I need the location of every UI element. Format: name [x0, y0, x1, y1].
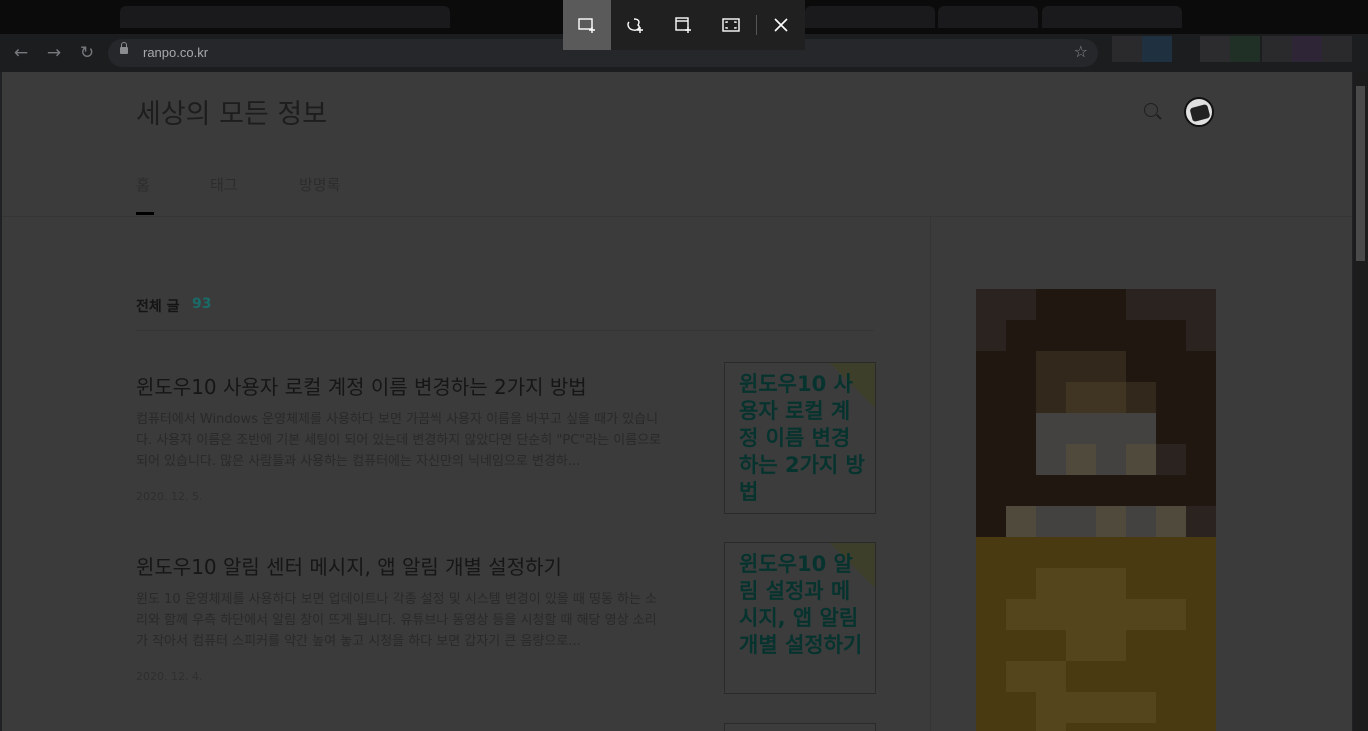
- post-thumbnail[interactable]: [724, 723, 876, 731]
- total-posts-count: 93: [192, 296, 212, 312]
- post-thumbnail[interactable]: 윈도우10 알림 설정과 메시지, 앱 알림 개별 설정하기: [724, 542, 876, 694]
- sidebar-divider: [930, 217, 931, 731]
- thumbnail-text: 윈도우10 사용자 로컬 계정 이름 변경하는 2가지 방법: [739, 372, 865, 504]
- nav-home[interactable]: 홈: [136, 174, 150, 195]
- web-page: 세상의 모든 정보 홈 태그 방명록 전체 글 93 윈도우10 사용자 로컬 …: [2, 72, 1352, 731]
- close-icon[interactable]: [757, 0, 805, 50]
- star-icon[interactable]: ☆: [1074, 42, 1088, 61]
- extension-icon[interactable]: [1230, 36, 1260, 62]
- window-snip-icon[interactable]: [659, 0, 707, 50]
- extension-icon[interactable]: [1292, 36, 1322, 62]
- post-title[interactable]: 윈도우10 사용자 로컬 계정 이름 변경하는 2가지 방법: [136, 371, 587, 400]
- search-icon[interactable]: [1144, 103, 1158, 117]
- extension-icon[interactable]: [1112, 36, 1142, 62]
- extension-icon[interactable]: [1322, 36, 1352, 62]
- post-summary[interactable]: 컴퓨터에서 Windows 운영체제를 사용하다 보면 가끔씩 사용자 이름을 …: [136, 409, 666, 472]
- freeform-snip-icon[interactable]: [611, 0, 659, 50]
- fullscreen-snip-icon[interactable]: [707, 0, 755, 50]
- browser-tab[interactable]: [1042, 6, 1182, 28]
- browser-tab[interactable]: [120, 6, 450, 28]
- post-thumbnail[interactable]: 윈도우10 사용자 로컬 계정 이름 변경하는 2가지 방법: [724, 362, 876, 514]
- nav-tags[interactable]: 태그: [210, 174, 238, 195]
- reload-icon[interactable]: ↻: [76, 42, 98, 64]
- profile-image: [1189, 103, 1211, 123]
- post-date: 2020. 12. 4.: [136, 670, 203, 683]
- sidebar-ad-image[interactable]: [976, 289, 1216, 731]
- extension-icon[interactable]: [1200, 36, 1230, 62]
- extension-icon[interactable]: [1142, 36, 1172, 62]
- blog-title[interactable]: 세상의 모든 정보: [136, 92, 327, 131]
- post-date: 2020. 12. 5.: [136, 490, 203, 503]
- scrollbar[interactable]: [1353, 72, 1368, 731]
- nav-guestbook[interactable]: 방명록: [299, 174, 340, 195]
- snip-toolbar: [563, 0, 805, 50]
- avatar[interactable]: [1184, 97, 1214, 127]
- arrow-left-icon[interactable]: ←: [10, 42, 32, 64]
- active-nav-indicator: [136, 212, 154, 215]
- arrow-right-icon[interactable]: →: [43, 42, 65, 64]
- rectangle-snip-icon[interactable]: [563, 0, 611, 50]
- header-divider: [2, 216, 1352, 217]
- url-text[interactable]: ranpo.co.kr: [143, 45, 208, 60]
- post-summary[interactable]: 윈도 10 운영체제를 사용하다 보면 업데이트나 각종 설정 및 시스템 변경…: [136, 589, 666, 652]
- lock-icon[interactable]: [120, 42, 128, 54]
- browser-tab[interactable]: [805, 6, 935, 28]
- total-posts-label: 전체 글: [136, 299, 180, 315]
- scrollbar-thumb[interactable]: [1356, 86, 1365, 261]
- browser-tab[interactable]: [938, 6, 1038, 28]
- thumbnail-text: 윈도우10 알림 설정과 메시지, 앱 알림 개별 설정하기: [739, 552, 863, 657]
- extension-icon[interactable]: [1262, 36, 1292, 62]
- list-divider: [136, 330, 874, 331]
- post-title[interactable]: 윈도우10 알림 센터 메시지, 앱 알림 개별 설정하기: [136, 551, 562, 580]
